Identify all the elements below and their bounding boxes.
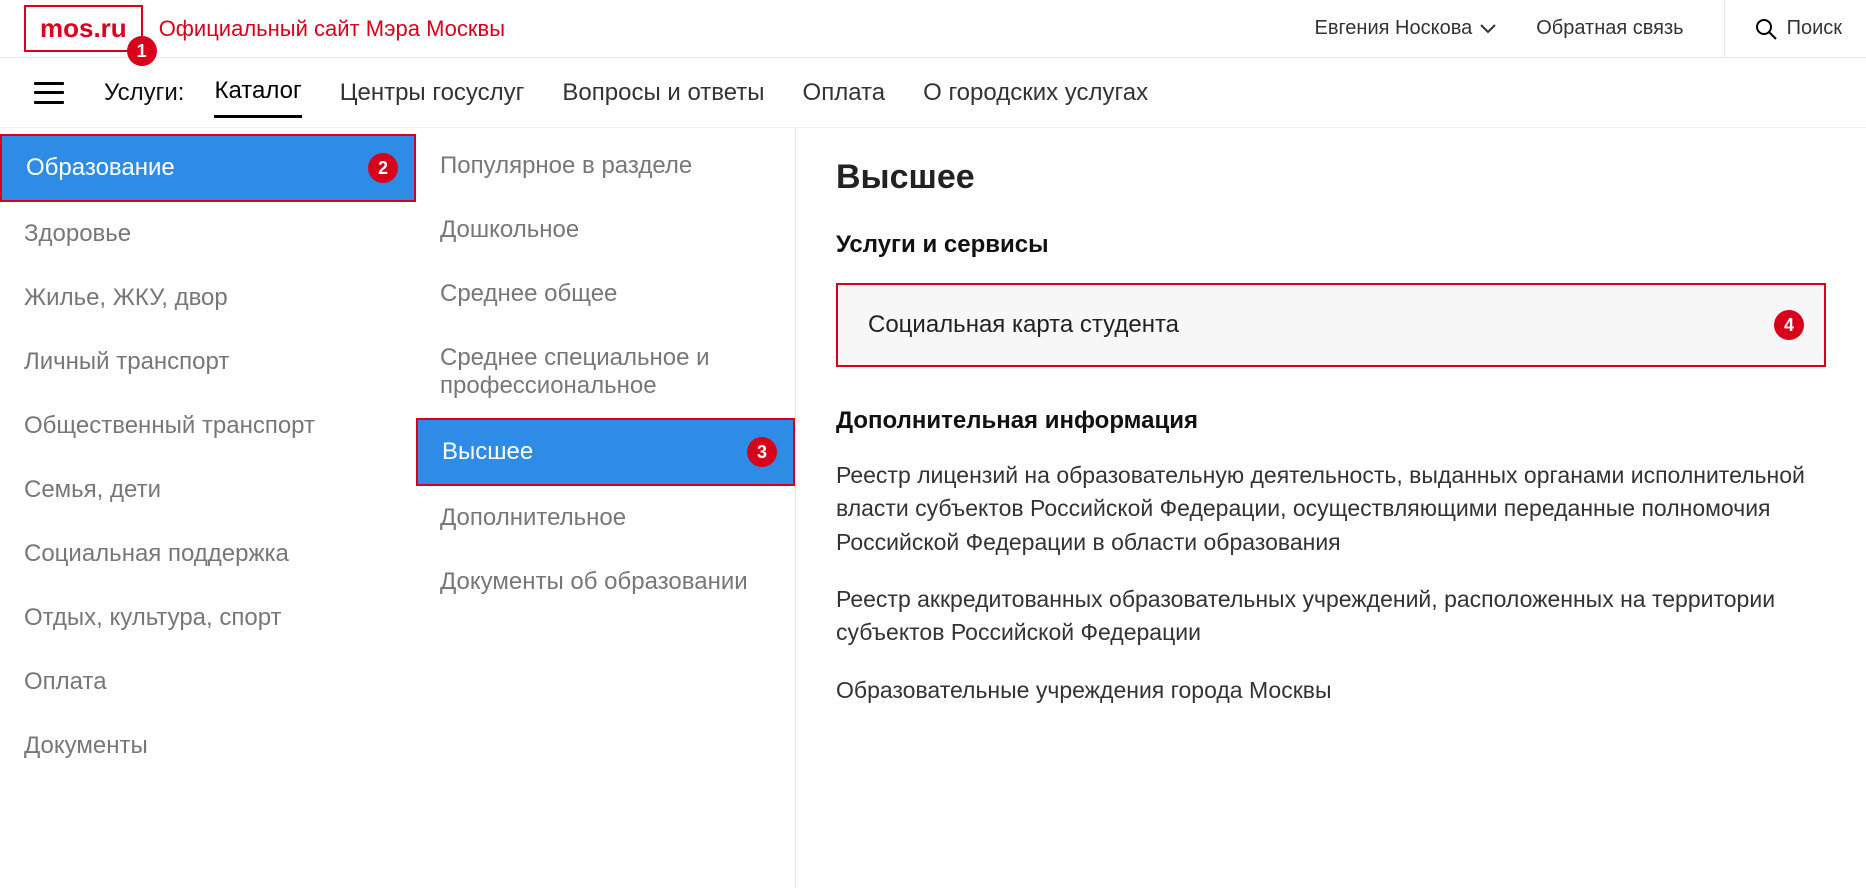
category-label: Отдых, культура, спорт xyxy=(24,604,282,632)
nav-item-about[interactable]: О городских услугах xyxy=(923,69,1148,117)
chevron-down-icon xyxy=(1480,24,1496,34)
annotation-badge-1: 1 xyxy=(127,36,157,66)
search-button[interactable]: Поиск xyxy=(1755,17,1842,40)
user-name: Евгения Носкова xyxy=(1314,17,1472,40)
feedback-link[interactable]: Обратная связь xyxy=(1536,17,1683,40)
nav-item-centers[interactable]: Центры госуслуг xyxy=(340,69,525,117)
subcategory-special-prof[interactable]: Среднее специальное и профессиональное xyxy=(416,326,795,418)
top-bar: mos.ru 1 Официальный сайт Мэра Москвы Ев… xyxy=(0,0,1866,58)
subcategory-label: Среднее специальное и профессиональное xyxy=(440,344,771,400)
category-label: Жилье, ЖКУ, двор xyxy=(24,284,228,312)
subcategory-popular[interactable]: Популярное в разделе xyxy=(416,134,795,198)
hamburger-icon[interactable] xyxy=(34,82,64,104)
category-column: Образование 2 Здоровье Жилье, ЖКУ, двор … xyxy=(0,128,416,888)
nav-item-faq[interactable]: Вопросы и ответы xyxy=(562,69,764,117)
category-label: Общественный транспорт xyxy=(24,412,315,440)
search-label: Поиск xyxy=(1787,17,1842,40)
user-menu[interactable]: Евгения Носкова xyxy=(1314,17,1496,40)
category-label: Образование xyxy=(26,154,175,182)
category-family[interactable]: Семья, дети xyxy=(0,458,416,522)
nav-label: Услуги: xyxy=(104,79,184,107)
subcategory-label: Среднее общее xyxy=(440,280,617,308)
info-paragraph: Реестр лицензий на образовательную деяте… xyxy=(836,459,1826,559)
site-tagline: Официальный сайт Мэра Москвы xyxy=(159,16,505,42)
divider xyxy=(1724,0,1725,58)
panel-title: Высшее xyxy=(836,158,1826,197)
subcategory-additional[interactable]: Дополнительное xyxy=(416,486,795,550)
info-paragraph: Реестр аккредитованных образовательных у… xyxy=(836,583,1826,650)
logo-text: mos.ru xyxy=(40,13,127,43)
subcategory-label: Документы об образовании xyxy=(440,568,748,596)
category-label: Личный транспорт xyxy=(24,348,229,376)
subcategory-secondary[interactable]: Среднее общее xyxy=(416,262,795,326)
search-icon xyxy=(1755,18,1777,40)
category-health[interactable]: Здоровье xyxy=(0,202,416,266)
subcategory-higher[interactable]: Высшее 3 xyxy=(416,418,795,486)
category-public-transport[interactable]: Общественный транспорт xyxy=(0,394,416,458)
subcategory-label: Дошкольное xyxy=(440,216,579,244)
annotation-badge-4: 4 xyxy=(1774,310,1804,340)
catalog-columns: Образование 2 Здоровье Жилье, ЖКУ, двор … xyxy=(0,128,1866,888)
category-label: Социальная поддержка xyxy=(24,540,289,568)
category-label: Здоровье xyxy=(24,220,131,248)
subcategory-label: Дополнительное xyxy=(440,504,626,532)
category-label: Оплата xyxy=(24,668,107,696)
subcategory-edu-documents[interactable]: Документы об образовании xyxy=(416,550,795,614)
category-label: Документы xyxy=(24,732,148,760)
category-social-support[interactable]: Социальная поддержка xyxy=(0,522,416,586)
site-logo[interactable]: mos.ru 1 xyxy=(24,5,143,52)
category-housing[interactable]: Жилье, ЖКУ, двор xyxy=(0,266,416,330)
subcategory-label: Высшее xyxy=(442,438,533,466)
category-recreation[interactable]: Отдых, культура, спорт xyxy=(0,586,416,650)
service-card-label: Социальная карта студента xyxy=(868,311,1179,339)
service-card-student-social-card[interactable]: Социальная карта студента 4 xyxy=(836,283,1826,367)
subcategory-preschool[interactable]: Дошкольное xyxy=(416,198,795,262)
nav-bar: Услуги: Каталог Центры госуслуг Вопросы … xyxy=(0,58,1866,128)
subcategory-column: Популярное в разделе Дошкольное Среднее … xyxy=(416,128,796,888)
detail-panel: Высшее Услуги и сервисы Социальная карта… xyxy=(796,128,1866,888)
category-label: Семья, дети xyxy=(24,476,161,504)
info-heading: Дополнительная информация xyxy=(836,407,1826,435)
annotation-badge-3: 3 xyxy=(747,437,777,467)
nav-item-catalog[interactable]: Каталог xyxy=(214,67,301,118)
category-documents[interactable]: Документы xyxy=(0,714,416,778)
annotation-badge-2: 2 xyxy=(368,153,398,183)
category-payment[interactable]: Оплата xyxy=(0,650,416,714)
category-personal-transport[interactable]: Личный транспорт xyxy=(0,330,416,394)
info-paragraph: Образовательные учреждения города Москвы xyxy=(836,674,1826,707)
services-heading: Услуги и сервисы xyxy=(836,231,1826,259)
subcategory-label: Популярное в разделе xyxy=(440,152,692,180)
nav-item-payment[interactable]: Оплата xyxy=(803,69,886,117)
category-education[interactable]: Образование 2 xyxy=(0,134,416,202)
